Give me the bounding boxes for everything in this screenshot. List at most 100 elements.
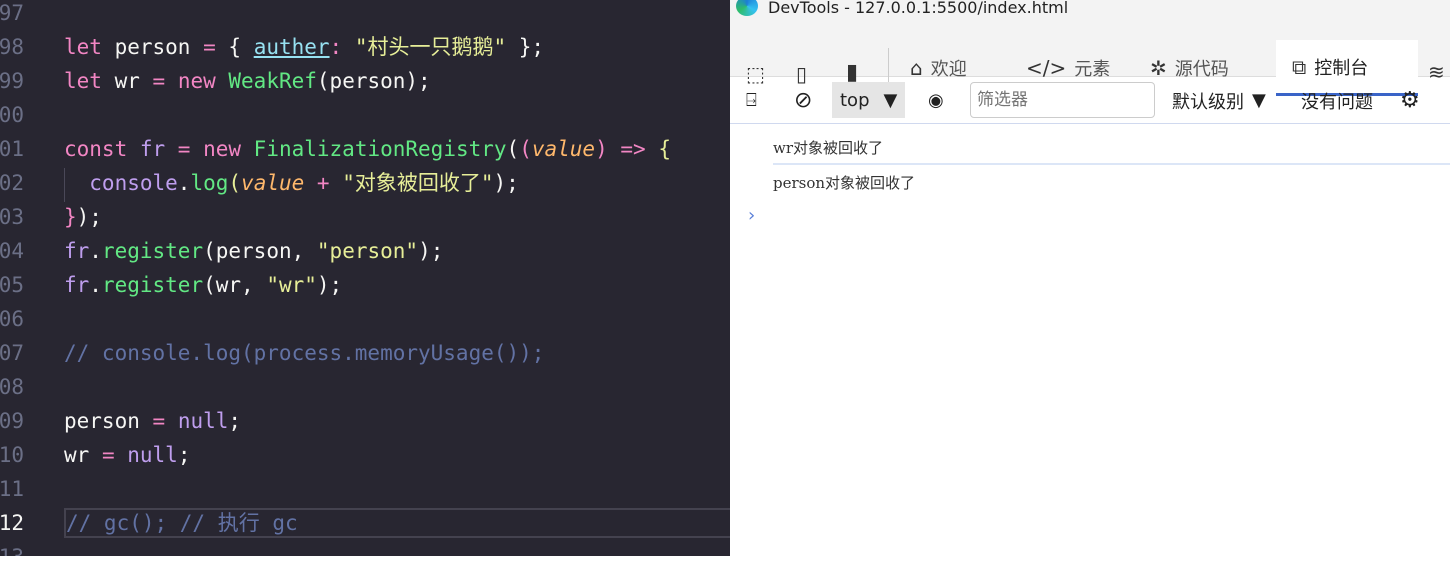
sidebar-toggle-icon[interactable]: ⍈ bbox=[746, 77, 757, 124]
code-token: = bbox=[203, 35, 229, 59]
code-token: ); bbox=[316, 273, 343, 297]
devtools-panel: DevTools - 127.0.0.1:5500/index.html ⬚ ▯… bbox=[730, 0, 1450, 556]
code-line[interactable]: 99 let wr = new WeakRef(person); bbox=[0, 64, 730, 98]
code-token: ( bbox=[519, 137, 532, 161]
context-select[interactable]: top ▼ bbox=[832, 82, 906, 118]
line-number: 99 bbox=[0, 69, 24, 93]
code-token: WeakRef bbox=[228, 69, 317, 93]
code-line[interactable]: 01 const fr = new FinalizationRegistry((v… bbox=[0, 132, 730, 166]
code-editor[interactable]: 97 98 let person = { auther: "村头一只鹅鹅" }; 99… bbox=[0, 0, 730, 556]
code-line[interactable]: 09 person = null; bbox=[0, 404, 730, 438]
code-token: null bbox=[127, 443, 178, 467]
title-bar: DevTools - 127.0.0.1:5500/index.html bbox=[730, 0, 1450, 20]
code-token: { bbox=[228, 35, 254, 59]
code-text: wr = null; bbox=[64, 438, 190, 472]
settings-gear-icon[interactable]: ⚙ bbox=[1400, 77, 1420, 124]
code-text: // console.log(process.memoryUsage()); bbox=[64, 336, 544, 370]
code-line[interactable]: 06 bbox=[0, 302, 730, 336]
line-number: 12 bbox=[0, 511, 24, 535]
clear-console-icon[interactable]: ⊘ bbox=[794, 77, 812, 124]
code-token: value bbox=[241, 171, 305, 195]
line-number: 11 bbox=[0, 477, 24, 501]
code-token: ; bbox=[177, 443, 191, 467]
code-line[interactable]: 04 fr.register(person, "person"); bbox=[0, 234, 730, 268]
code-token: : bbox=[329, 35, 355, 59]
code-token: . bbox=[89, 239, 102, 263]
dropdown-arrow-icon: ▼ bbox=[1252, 90, 1266, 111]
code-token: . bbox=[177, 171, 191, 195]
code-token: { bbox=[658, 137, 671, 161]
code-token: "person" bbox=[316, 239, 419, 263]
code-text: console.log(value + "对象被回收了"); bbox=[64, 166, 519, 200]
code-text: const fr = new FinalizationRegistry((val… bbox=[64, 132, 671, 166]
code-line[interactable]: 05 fr.register(wr, "wr"); bbox=[0, 268, 730, 302]
code-line[interactable]: 03}); bbox=[0, 200, 730, 234]
code-line[interactable]: 08 bbox=[0, 370, 730, 404]
code-token: = bbox=[177, 137, 204, 161]
code-line[interactable]: 13 bbox=[0, 540, 730, 556]
code-token: let bbox=[64, 35, 115, 59]
line-number: 98 bbox=[0, 35, 24, 59]
code-token: ; bbox=[228, 409, 242, 433]
line-number: 09 bbox=[0, 409, 24, 433]
code-line[interactable]: 98 let person = { auther: "村头一只鹅鹅" }; bbox=[0, 30, 730, 64]
code-line[interactable]: 12 // gc(); // 执行 gc bbox=[0, 506, 730, 540]
code-text: }); bbox=[64, 200, 102, 234]
tab-bar: ⬚ ▯ ▮ ⌂ 欢迎 </> 元素 ✲ 源代码 ⧉ 控制台 ≋ bbox=[730, 20, 1450, 96]
window-title: DevTools - 127.0.0.1:5500/index.html bbox=[768, 0, 1069, 17]
code-line[interactable]: 02 console.log(value + "对象被回收了"); bbox=[0, 166, 730, 200]
log-level-select[interactable]: 默认级别 ▼ bbox=[1172, 77, 1266, 124]
line-number: 05 bbox=[0, 273, 24, 297]
edge-logo-icon bbox=[736, 0, 758, 16]
line-number: 04 bbox=[0, 239, 24, 263]
code-token: ); bbox=[418, 239, 444, 263]
console-icon: ⧉ bbox=[1292, 54, 1307, 79]
code-token: // gc(); // 执行 gc bbox=[66, 511, 298, 535]
code-token: // console.log(process.memoryUsage()); bbox=[64, 341, 545, 365]
line-number: 06 bbox=[0, 307, 24, 331]
console-message: wr对象被回收了 bbox=[773, 131, 1450, 165]
code-token: value bbox=[531, 137, 596, 161]
code-token: null bbox=[177, 409, 229, 433]
line-number: 07 bbox=[0, 341, 24, 365]
code-text: let wr = new WeakRef(person); bbox=[64, 64, 431, 98]
line-number: 97 bbox=[0, 1, 24, 25]
console-prompt-chevron-icon[interactable]: › bbox=[748, 205, 755, 226]
filter-input[interactable] bbox=[970, 82, 1155, 118]
code-token: person bbox=[114, 35, 204, 59]
line-number: 03 bbox=[0, 205, 24, 229]
code-token: new bbox=[203, 137, 254, 161]
line-number: 02 bbox=[0, 171, 24, 195]
line-number: 08 bbox=[0, 375, 24, 399]
code-token: => bbox=[607, 137, 659, 161]
code-token: person bbox=[64, 409, 153, 433]
code-text: let person = { auther: "村头一只鹅鹅" }; bbox=[64, 30, 544, 64]
dropdown-arrow-icon: ▼ bbox=[883, 89, 898, 111]
console-toolbar: ⍈ ⊘ top▼ ◉ 默认级别▼ 没有问题 ⚙ bbox=[730, 77, 1450, 124]
code-text: fr.register(wr, "wr"); bbox=[64, 268, 342, 302]
console-message: person对象被回收了 bbox=[773, 174, 916, 192]
code-token: fr bbox=[139, 137, 178, 161]
line-number: 01 bbox=[0, 137, 24, 161]
code-token: let bbox=[64, 69, 115, 93]
code-token: ) bbox=[595, 137, 608, 161]
code-line[interactable]: 10 wr = null; bbox=[0, 438, 730, 472]
code-token: wr bbox=[114, 69, 153, 93]
live-expression-eye-icon[interactable]: ◉ bbox=[928, 77, 944, 124]
code-token: "wr" bbox=[266, 273, 317, 297]
code-token: ( bbox=[228, 171, 242, 195]
code-line[interactable]: 07 // console.log(process.memoryUsage()); bbox=[0, 336, 730, 370]
code-token: auther bbox=[253, 35, 330, 59]
code-line[interactable]: 11 bbox=[0, 472, 730, 506]
code-token: (person); bbox=[316, 69, 431, 93]
code-token: console bbox=[64, 171, 178, 195]
code-token: "对象被回收了" bbox=[342, 171, 494, 195]
code-token: register bbox=[101, 273, 204, 297]
code-token: + bbox=[304, 171, 343, 195]
code-token: ( bbox=[506, 137, 520, 161]
code-token: wr bbox=[64, 443, 102, 467]
code-line[interactable]: 00 bbox=[0, 98, 730, 132]
code-token: new bbox=[177, 69, 229, 93]
issues-button[interactable]: 没有问题 bbox=[1301, 77, 1373, 124]
code-line[interactable]: 97 bbox=[0, 0, 730, 30]
